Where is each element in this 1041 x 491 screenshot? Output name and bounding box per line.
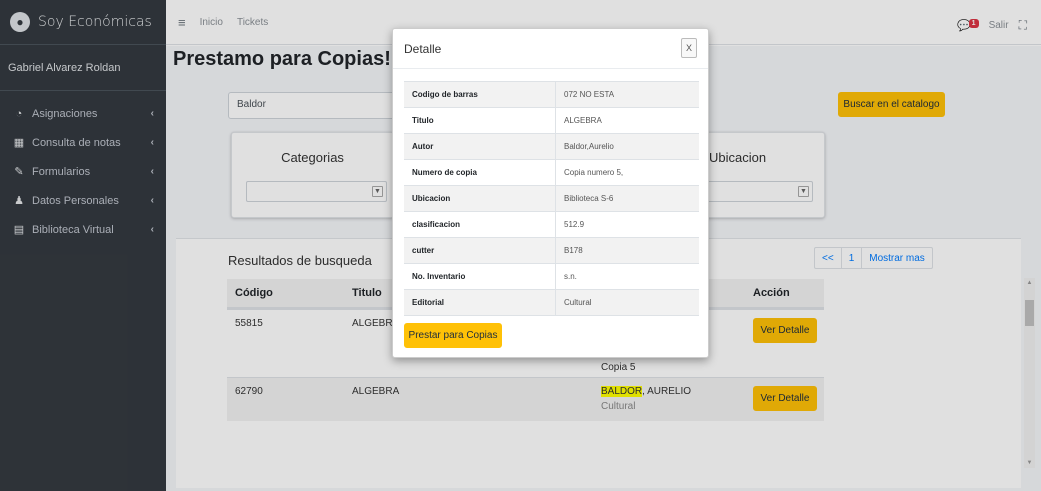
modal-title: Detalle — [404, 41, 442, 56]
detail-value: Copia numero 5, — [564, 168, 624, 177]
detail-value: Biblioteca S-6 — [564, 194, 614, 203]
detail-key: Autor — [404, 134, 556, 159]
detail-row: Editorial Cultural — [404, 290, 699, 316]
detail-row: Titulo ALGEBRA — [404, 108, 699, 134]
detail-key: cutter — [404, 238, 556, 263]
detail-row: Ubicacion Biblioteca S-6 — [404, 186, 699, 212]
detail-table: Codigo de barras 072 NO ESTA Titulo ALGEBR… — [404, 81, 699, 316]
detail-row: Codigo de barras 072 NO ESTA — [404, 82, 699, 108]
detail-value: 512.9 — [564, 220, 585, 229]
detail-row: Numero de copia Copia numero 5, — [404, 160, 699, 186]
detail-key: clasificacion — [404, 212, 556, 237]
detail-value: B178 — [564, 246, 583, 255]
lend-for-copies-button[interactable]: Prestar para Copias — [404, 323, 502, 348]
detail-row: Autor Baldor,Aurelio — [404, 134, 699, 160]
detail-row: cutter B178 — [404, 238, 699, 264]
detail-key: No. Inventario — [404, 264, 556, 289]
close-button[interactable]: X — [681, 38, 697, 58]
detail-key: Titulo — [404, 108, 556, 133]
detail-key: Codigo de barras — [404, 82, 556, 107]
detail-key: Numero de copia — [404, 160, 556, 185]
detail-value: 072 NO ESTA — [564, 90, 615, 99]
detail-key: Editorial — [404, 290, 556, 315]
detail-value: Cultural — [564, 298, 592, 307]
detail-value: s.n. — [564, 272, 577, 281]
detail-value: ALGEBRA — [564, 116, 602, 125]
detail-row: clasificacion 512.9 — [404, 212, 699, 238]
detail-key: Ubicacion — [404, 186, 556, 211]
detail-modal: Detalle X Codigo de barras 072 NO ESTA Ti… — [392, 28, 709, 358]
detail-row: No. Inventario s.n. — [404, 264, 699, 290]
modal-header: Detalle X — [393, 29, 708, 69]
detail-value: Baldor,Aurelio — [564, 142, 614, 151]
